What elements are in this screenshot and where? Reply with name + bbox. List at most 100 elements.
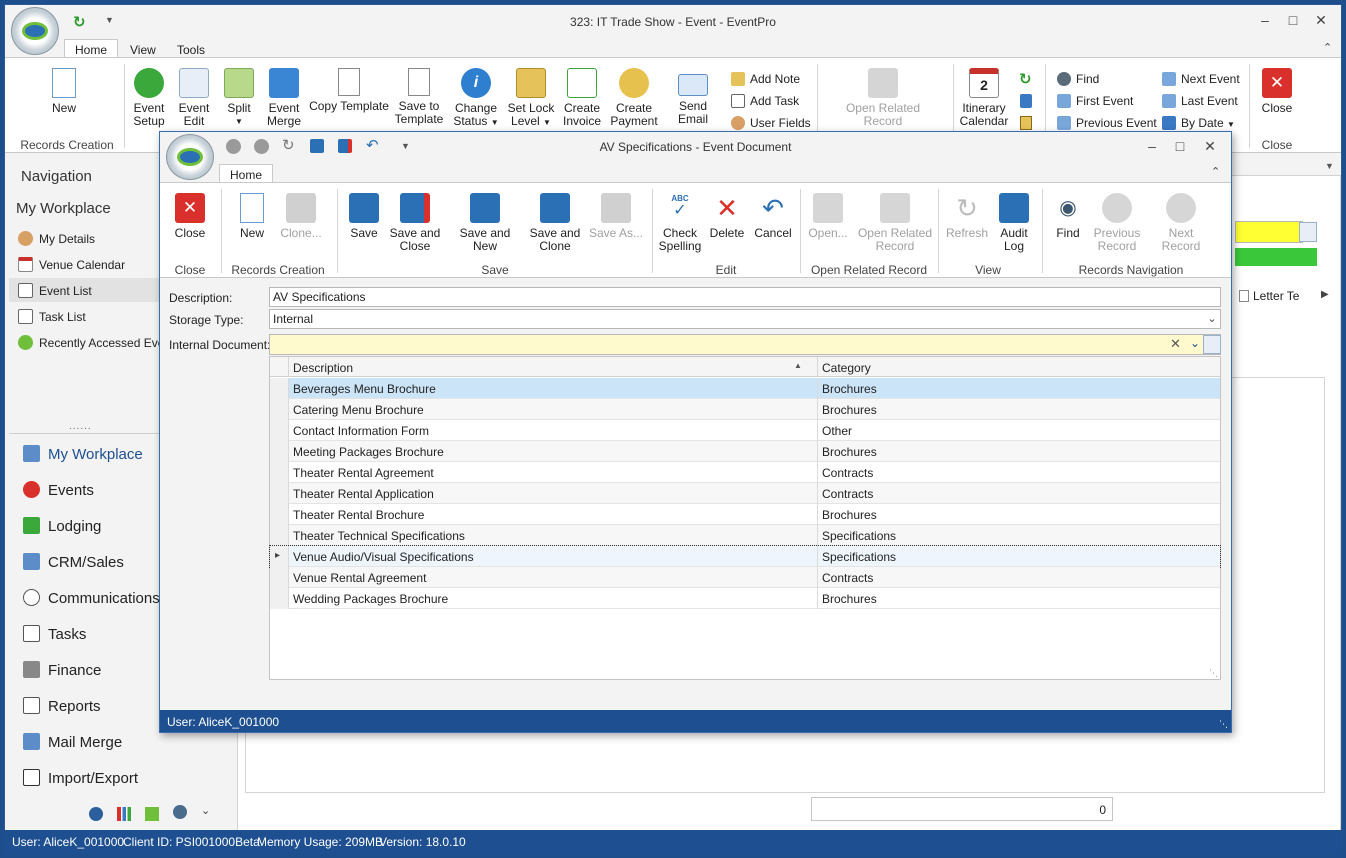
table-row[interactable]: Beverages Menu Brochure Brochures — [270, 378, 1220, 399]
add-note-button[interactable]: Add Note — [731, 72, 800, 86]
internal-document-field[interactable] — [269, 334, 1221, 355]
last-event-button[interactable]: Last Event — [1162, 94, 1238, 108]
split-button[interactable]: Split ▼ — [219, 68, 259, 128]
check-spelling-button[interactable]: ABC ✓ Check Spelling — [658, 193, 702, 253]
change-status-button[interactable]: i Change Status ▼ — [451, 68, 501, 129]
send-email-button[interactable]: Send Email — [663, 68, 723, 126]
create-invoice-button[interactable]: Create Invoice — [559, 68, 605, 128]
yellow-lookup-field[interactable] — [1235, 221, 1303, 243]
nav-module-import-export[interactable]: Import/Export — [23, 769, 138, 787]
line-chart-icon[interactable] — [145, 807, 159, 821]
save-to-template-button[interactable]: Save to Template — [393, 68, 445, 126]
lookup-button-icon[interactable] — [1203, 335, 1221, 354]
clear-icon[interactable]: ✕ — [1170, 336, 1181, 352]
delete-button[interactable]: ✕ Delete — [706, 193, 748, 240]
first-event-button[interactable]: First Event — [1057, 94, 1133, 108]
document-blue-icon[interactable] — [1020, 94, 1032, 108]
lookup-button-icon[interactable] — [1299, 222, 1317, 242]
next-record-button[interactable]: Next Record — [1148, 193, 1214, 253]
dialog-collapse-ribbon-icon[interactable]: ⌃ — [1211, 165, 1220, 178]
refresh-small-icon[interactable]: ↻ — [1019, 70, 1032, 88]
set-lock-level-button[interactable]: Set Lock Level ▼ — [505, 68, 557, 129]
event-setup-button[interactable]: Event Setup — [129, 68, 169, 128]
new-button[interactable]: New — [45, 68, 83, 115]
nav-module-finance[interactable]: Finance — [23, 661, 101, 679]
refresh-button[interactable]: ↻ Refresh — [944, 193, 990, 240]
dialog-new-button[interactable]: New — [232, 193, 272, 240]
itinerary-calendar-button[interactable]: 2 Itinerary Calendar — [957, 68, 1011, 128]
storage-type-select[interactable]: Internal — [269, 309, 1221, 329]
bar-chart-icon[interactable] — [117, 807, 131, 821]
description-field[interactable]: AV Specifications — [269, 287, 1221, 307]
maximize-icon[interactable]: □ — [1283, 11, 1303, 29]
settings-gear-icon[interactable] — [173, 805, 187, 819]
column-header-category[interactable]: Category — [822, 361, 871, 375]
nav-module-my-workplace[interactable]: My Workplace — [23, 445, 143, 463]
nav-module-crm-sales[interactable]: CRM/Sales — [23, 553, 124, 571]
nav-module-events[interactable]: Events — [23, 481, 94, 499]
tab-scroll-right-icon[interactable]: ▶ — [1321, 289, 1329, 300]
table-row[interactable]: Theater Technical Specifications Specific… — [270, 525, 1220, 546]
save-and-new-button[interactable]: Save and New — [448, 193, 522, 253]
grid-resize-grip-icon[interactable]: ⋱ — [1209, 668, 1218, 679]
dialog-close-icon[interactable]: ✕ — [1200, 137, 1220, 155]
by-date-button[interactable]: By Date ▼ — [1162, 116, 1235, 130]
table-row[interactable]: Theater Rental Agreement Contracts — [270, 462, 1220, 483]
letter-template-tab[interactable]: Letter Te — [1239, 289, 1299, 303]
copy-template-button[interactable]: Copy Template — [309, 68, 389, 113]
dialog-find-button[interactable]: ◉ Find — [1048, 193, 1088, 240]
audit-log-button[interactable]: Audit Log — [994, 193, 1034, 253]
panel-dropdown-icon[interactable]: ▼ — [1325, 161, 1334, 171]
nav-item-recently-accessed[interactable]: Recently Accessed Events — [18, 335, 161, 350]
minimize-icon[interactable]: – — [1255, 11, 1275, 29]
splitter-handle[interactable]: ...... — [69, 421, 92, 432]
dialog-resize-grip-icon[interactable]: ⋱ — [1219, 719, 1228, 730]
clipboard-icon[interactable] — [1020, 116, 1032, 130]
nav-item-venue-calendar[interactable]: Venue Calendar — [18, 257, 125, 272]
nav-module-communications[interactable]: Communications — [23, 589, 160, 607]
table-row[interactable]: Theater Rental Application Contracts — [270, 483, 1220, 504]
storage-type-dropdown-icon[interactable]: ⌄ — [1204, 310, 1220, 328]
table-row[interactable]: Venue Rental Agreement Contracts — [270, 567, 1220, 588]
clone-button[interactable]: Clone... — [276, 193, 326, 240]
open-related-record-button[interactable]: Open Related Record — [843, 68, 923, 128]
main-close-button[interactable]: ✕ Close — [1257, 68, 1297, 115]
previous-record-button[interactable]: Previous Record — [1092, 193, 1142, 253]
column-header-description[interactable]: Description — [293, 361, 353, 375]
save-and-clone-button[interactable]: Save and Clone — [528, 193, 582, 253]
nav-item-my-details[interactable]: My Details — [18, 231, 95, 246]
add-task-button[interactable]: Add Task — [731, 94, 799, 108]
globe-icon[interactable] — [89, 807, 103, 821]
nav-item-task-list[interactable]: Task List — [18, 309, 86, 324]
event-merge-button[interactable]: Event Merge — [264, 68, 304, 128]
save-and-close-button[interactable]: Save and Close — [388, 193, 442, 253]
collapse-ribbon-icon[interactable]: ⌃ — [1323, 41, 1332, 54]
nav-more-chevron-icon[interactable]: ⌄ — [201, 804, 210, 817]
nav-module-mail-merge[interactable]: Mail Merge — [23, 733, 122, 751]
cancel-button[interactable]: ↶ Cancel — [752, 193, 794, 240]
previous-event-button[interactable]: Previous Event — [1057, 116, 1157, 130]
table-row[interactable]: Meeting Packages Brochure Brochures — [270, 441, 1220, 462]
nav-module-lodging[interactable]: Lodging — [23, 517, 101, 535]
create-payment-button[interactable]: Create Payment — [609, 68, 659, 128]
save-button[interactable]: Save — [344, 193, 384, 240]
table-row[interactable]: Contact Information Form Other — [270, 420, 1220, 441]
dialog-minimize-icon[interactable]: – — [1142, 137, 1162, 155]
nav-module-reports[interactable]: Reports — [23, 697, 101, 715]
dialog-maximize-icon[interactable]: □ — [1170, 137, 1190, 155]
table-row[interactable]: Theater Rental Brochure Brochures — [270, 504, 1220, 525]
user-fields-button[interactable]: User Fields — [731, 116, 811, 130]
table-row[interactable]: Wedding Packages Brochure Brochures — [270, 588, 1220, 609]
find-button[interactable]: Find — [1057, 72, 1099, 86]
open-button[interactable]: Open... — [806, 193, 850, 240]
save-as-button[interactable]: Save As... — [586, 193, 646, 240]
nav-module-tasks[interactable]: Tasks — [23, 625, 86, 643]
table-row[interactable]: Catering Menu Brochure Brochures — [270, 399, 1220, 420]
nav-item-event-list[interactable]: Event List — [9, 278, 161, 302]
next-event-button[interactable]: Next Event — [1162, 72, 1240, 86]
internal-document-dropdown-icon[interactable]: ⌄ — [1187, 335, 1203, 354]
dialog-open-related-record-button[interactable]: Open Related Record — [856, 193, 934, 253]
close-icon[interactable]: ✕ — [1311, 11, 1331, 29]
dialog-close-button[interactable]: ✕ Close — [170, 193, 210, 240]
event-edit-button[interactable]: Event Edit — [174, 68, 214, 128]
